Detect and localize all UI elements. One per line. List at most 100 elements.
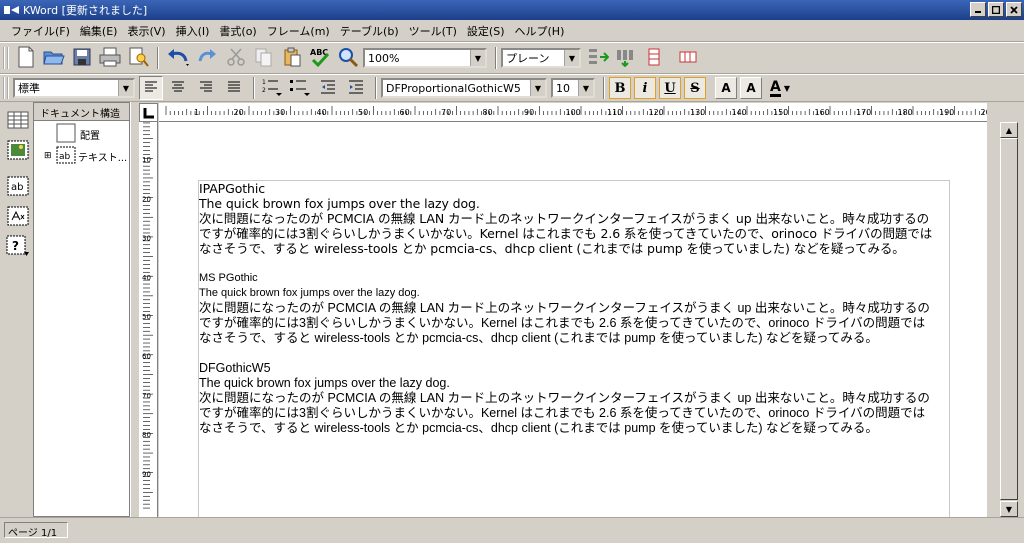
- expand-icon[interactable]: ⊞: [44, 151, 56, 161]
- chevron-down-icon[interactable]: ▼: [118, 80, 133, 96]
- chevron-down-icon[interactable]: ▼: [578, 80, 593, 96]
- align-right-button[interactable]: [193, 75, 219, 101]
- numbered-list-button[interactable]: 12: [259, 75, 285, 101]
- menu-insert[interactable]: 挿入(I): [171, 23, 215, 39]
- table-columns-button[interactable]: [675, 45, 701, 71]
- separator: [253, 77, 255, 99]
- paragraph-style-value: 標準: [18, 82, 40, 95]
- menu-format[interactable]: 書式(o): [214, 23, 261, 39]
- tree-item-layout[interactable]: 配置: [34, 123, 129, 145]
- strikethrough-button[interactable]: S: [684, 77, 706, 99]
- print-button[interactable]: [97, 45, 123, 71]
- paste-button[interactable]: [279, 45, 305, 71]
- formula-frame-tool[interactable]: [6, 206, 30, 228]
- spellcheck-button[interactable]: ABC: [307, 45, 333, 71]
- font-family-select[interactable]: DFProportionalGothicW5 ▼: [381, 78, 547, 98]
- app-icon[interactable]: [3, 2, 21, 18]
- scrollbar-thumb[interactable]: [1000, 138, 1018, 500]
- object-frame-tool[interactable]: ?: [6, 235, 30, 258]
- table-icon: [7, 111, 29, 132]
- menu-frame[interactable]: フレーム(m): [262, 23, 335, 39]
- print-preview-button[interactable]: [125, 45, 151, 71]
- table-rows-button[interactable]: [641, 45, 667, 71]
- vertical-ruler[interactable]: 10 20 30 40 50 60 70 80 90: [139, 122, 158, 517]
- ruler-label: 180: [898, 108, 913, 117]
- table-frame-tool[interactable]: [6, 110, 30, 132]
- save-button[interactable]: [69, 45, 95, 71]
- text-color-value: A: [770, 78, 781, 97]
- menu-view[interactable]: 表示(V): [122, 23, 170, 39]
- title-bar: KWord [更新されました]: [0, 0, 1024, 20]
- document-structure-panel: ドキュメント構造 配置 ⊞ ab テキスト...: [33, 102, 130, 517]
- scroll-up-button[interactable]: ▲: [1000, 122, 1018, 138]
- separator: [375, 77, 377, 99]
- sample-line: The quick brown fox jumps over the lazy …: [199, 376, 450, 390]
- chevron-down-icon[interactable]: ▼: [470, 50, 485, 66]
- italic-button[interactable]: i: [634, 77, 656, 99]
- menu-tools[interactable]: ツール(T): [404, 23, 462, 39]
- document-canvas[interactable]: IPAPGothic The quick brown fox jumps ove…: [159, 122, 987, 517]
- underline-button[interactable]: U: [659, 77, 681, 99]
- undo-button[interactable]: [163, 45, 193, 71]
- chevron-down-icon[interactable]: ▼: [784, 84, 790, 93]
- copy-button[interactable]: [251, 45, 277, 71]
- font-sample-dfgothicw5: DFGothicW5 The quick brown fox jumps ove…: [199, 361, 959, 436]
- align-right-icon: [199, 80, 213, 97]
- cut-button[interactable]: [223, 45, 249, 71]
- font-sample-ms-pgothic: MS PGothic The quick brown fox jumps ove…: [199, 271, 959, 346]
- scroll-down-button[interactable]: ▼: [1000, 501, 1018, 517]
- numbered-list-icon: 12: [261, 77, 283, 100]
- picture-frame-tool[interactable]: [6, 140, 30, 162]
- ruler-label: 90: [142, 470, 151, 478]
- new-document-button[interactable]: [13, 45, 39, 71]
- align-left-button[interactable]: [139, 76, 163, 100]
- chevron-down-icon[interactable]: ▼: [564, 50, 579, 66]
- paragraph-style-select[interactable]: 標準 ▼: [13, 78, 135, 98]
- align-center-button[interactable]: [165, 75, 191, 101]
- align-justify-button[interactable]: [221, 75, 247, 101]
- text-frame-tool[interactable]: ab: [6, 176, 30, 198]
- decrease-indent-icon: [320, 79, 336, 98]
- subscript-button[interactable]: A: [740, 77, 762, 99]
- chevron-down-icon[interactable]: ▼: [530, 80, 545, 96]
- frame-layout-button[interactable]: [585, 45, 611, 71]
- maximize-button[interactable]: [988, 2, 1004, 17]
- toolbar-grip[interactable]: [3, 77, 9, 99]
- toolbar-grip[interactable]: [3, 47, 9, 69]
- svg-text:?: ?: [12, 239, 19, 253]
- frame-arrange-button[interactable]: [613, 45, 639, 71]
- ruler-corner[interactable]: [139, 103, 158, 122]
- menu-help[interactable]: ヘルプ(H): [510, 23, 570, 39]
- zoom-select[interactable]: 100% ▼: [363, 48, 487, 68]
- close-button[interactable]: [1006, 2, 1022, 17]
- vertical-scrollbar[interactable]: ▲ ▼: [1000, 122, 1018, 517]
- font-size-select[interactable]: 10 ▼: [551, 78, 595, 98]
- align-justify-icon: [227, 80, 241, 97]
- decrease-indent-button[interactable]: [315, 75, 341, 101]
- tree-item-label: 配置: [80, 130, 100, 142]
- superscript-button[interactable]: A: [715, 77, 737, 99]
- ruler-label: 1: [194, 108, 199, 117]
- menu-settings[interactable]: 設定(S): [462, 23, 510, 39]
- find-button[interactable]: [335, 45, 361, 71]
- menu-edit[interactable]: 編集(E): [75, 23, 123, 39]
- tree-item-text-frames[interactable]: ⊞ ab テキスト...: [34, 145, 129, 167]
- ruler-label: 30: [142, 235, 151, 243]
- text-frame[interactable]: IPAPGothic The quick brown fox jumps ove…: [198, 180, 950, 517]
- text-color-button[interactable]: A ▼: [765, 75, 795, 101]
- main-toolbar: ABC 100% ▼ プレーン ▼: [0, 42, 1024, 74]
- open-button[interactable]: [41, 45, 67, 71]
- body-line: ですが確率的には3割ぐらいしかうまくいかない。Kernel はこれまでも 2.6…: [199, 406, 926, 420]
- increase-indent-button[interactable]: [343, 75, 369, 101]
- horizontal-ruler[interactable]: 1 20 30 40 50 60 70 80 90 100 110 120 130 140 150 160 17…: [159, 103, 996, 122]
- panel-splitter[interactable]: [130, 102, 138, 517]
- bullet-list-button[interactable]: [287, 75, 313, 101]
- menu-file[interactable]: ファイル(F): [6, 23, 75, 39]
- view-mode-select[interactable]: プレーン ▼: [501, 48, 581, 68]
- minimize-button[interactable]: [970, 2, 986, 17]
- vertical-ruler-ticks: 10 20 30 40 50 60 70 80 90: [142, 122, 153, 509]
- menu-table[interactable]: テーブル(b): [335, 23, 404, 39]
- redo-button[interactable]: [195, 45, 221, 71]
- svg-text:1: 1: [262, 79, 266, 86]
- bold-button[interactable]: B: [609, 77, 631, 99]
